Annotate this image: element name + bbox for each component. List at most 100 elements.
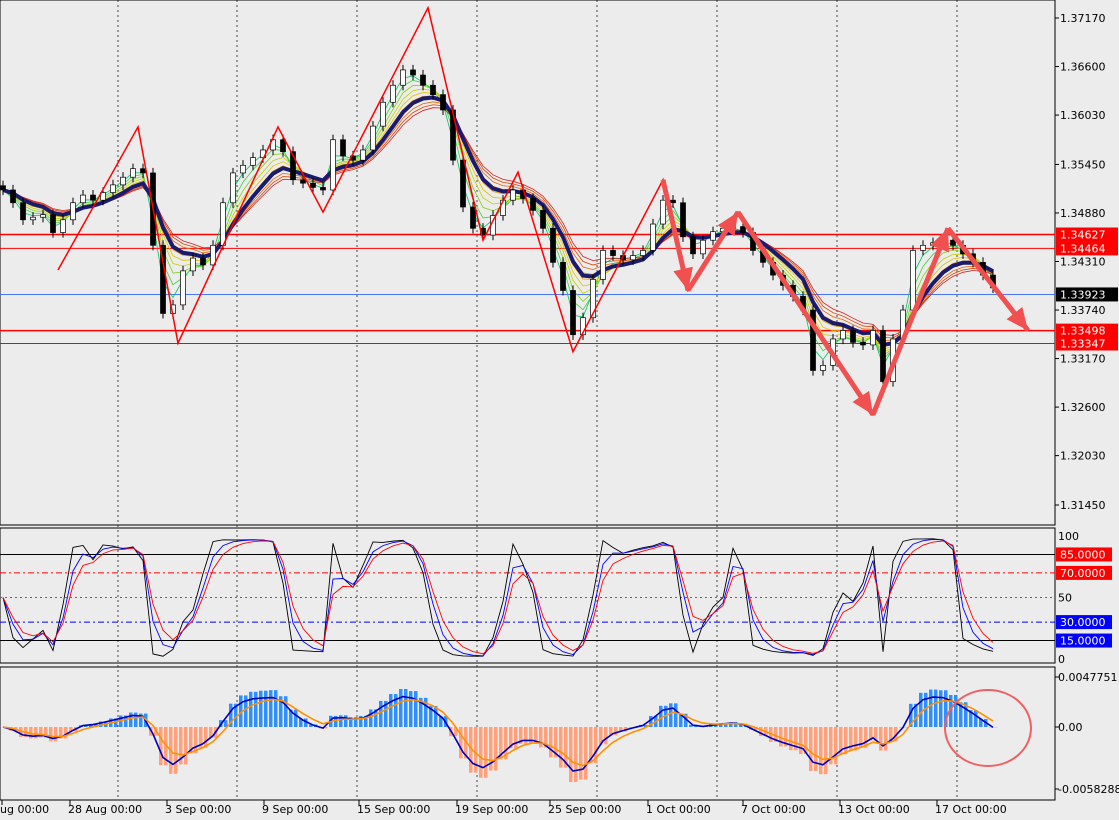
stochastic-panel [0,527,1056,664]
candle-body [50,214,56,233]
candle-body [880,330,886,382]
time-tick-label: 9 Sep 00:00 [262,803,328,816]
macd-histogram-bar [819,727,823,775]
time-tick-label: 28 Aug 00:00 [68,803,142,816]
candle-body [710,231,716,241]
time-tick-label: 17 Oct 00:00 [935,803,1007,816]
candle-body [330,139,336,191]
candle-body [670,199,676,204]
macd-histogram-bar [159,727,163,766]
macd-histogram-bar [954,694,958,727]
candle-body [820,365,826,371]
macd-histogram-bar [799,727,803,755]
stochastic-tick-label: 0 [1058,653,1065,666]
macd-histogram-bar [254,691,258,727]
macd-histogram-bar [674,703,678,727]
candle-body [300,179,306,184]
price-level-label: 1.34464 [1060,242,1106,255]
macd-histogram-bar [274,690,278,727]
candle-body [700,239,706,255]
macd-histogram-bar [414,691,418,727]
macd-histogram-bar [379,700,383,727]
macd-histogram-bar [809,727,813,772]
candle-body [680,202,686,238]
macd-histogram-bar [569,727,573,782]
macd-histogram-bar [974,710,978,727]
candle-body [380,101,386,127]
macd-histogram-bar [284,696,288,727]
macd-histogram-bar [659,705,663,727]
candle-body [190,257,196,272]
price-tick-label: 1.35450 [1060,158,1106,171]
candle-body [510,189,516,201]
candle-body [530,198,536,211]
time-tick-label: 19 Sep 00:00 [455,803,528,816]
candle-body [390,84,396,103]
candle-body [690,236,696,255]
macd-histogram-bar [529,727,533,744]
candle-body [70,202,76,221]
macd-histogram-bar [904,727,908,728]
price-tick-label: 1.31450 [1060,499,1106,512]
macd-histogram-bar [789,727,793,751]
candle-body [90,194,96,201]
price-tick-label: 1.33170 [1060,353,1106,366]
candle-body [410,69,416,76]
time-tick-label: 13 Oct 00:00 [838,803,910,816]
candle-body [230,172,236,204]
candle-body [600,250,606,280]
candle-body [210,244,216,266]
candle-body [540,210,546,229]
macd-histogram-bar [824,727,828,775]
macd-histogram-bar [369,709,373,727]
candle-body [180,270,186,306]
macd-histogram-bar [539,727,543,748]
macd-histogram-bar [919,692,923,727]
macd-histogram-bar [54,727,58,742]
candle-body [30,216,36,221]
price-tick-label: 1.32030 [1060,450,1106,463]
macd-histogram-bar [259,690,263,727]
time-tick-label: 1 Oct 00:00 [646,803,711,816]
candle-body [400,69,406,86]
candle-body [560,262,566,291]
time-tick-label: 7 Oct 00:00 [741,803,806,816]
macd-histogram-bar [834,727,838,765]
stochastic-level-label: 85.0000 [1060,548,1106,561]
candle-body [80,194,86,204]
candle-body [110,184,116,193]
macd-histogram-bar [584,727,588,780]
price-tick-label: 1.36600 [1060,61,1106,74]
macd-histogram-bar [879,727,883,751]
macd-histogram-bar [884,727,888,751]
macd-histogram-bar [344,715,348,727]
macd-histogram-bar [549,727,553,758]
price-tick-label: 1.36030 [1060,109,1106,122]
macd-histogram-bar [494,727,498,771]
candle-body [470,206,476,229]
candle-body [120,176,126,186]
candle-body [740,226,746,233]
candle-body [0,185,6,191]
trading-chart[interactable]: 1.37170 1.36600 1.36030 1.35450 1.34880 1.343… [0,0,1119,820]
candle-body [420,74,426,86]
macd-histogram-bar [49,727,53,742]
candle-body [860,342,866,346]
price-tick-label: 1.34880 [1060,207,1106,220]
macd-histogram-bar [604,727,608,745]
candle-body [10,189,16,204]
macd-histogram-bar [844,727,848,755]
candle-body [320,187,326,191]
stochastic-tick-label: 50 [1058,592,1072,605]
time-tick-label: 15 Sep 00:00 [357,803,430,816]
macd-histogram-bar [579,727,583,780]
macd-histogram-bar [669,703,673,727]
candle-body [920,244,926,251]
macd-histogram-bar [614,727,618,736]
macd-histogram-bar [134,712,138,727]
price-level-label: 1.33498 [1060,325,1106,338]
price-level-label: 1.34627 [1060,229,1106,242]
macd-histogram-bar [479,727,483,778]
candle-body [460,159,466,208]
macd-histogram-bar [174,727,178,774]
